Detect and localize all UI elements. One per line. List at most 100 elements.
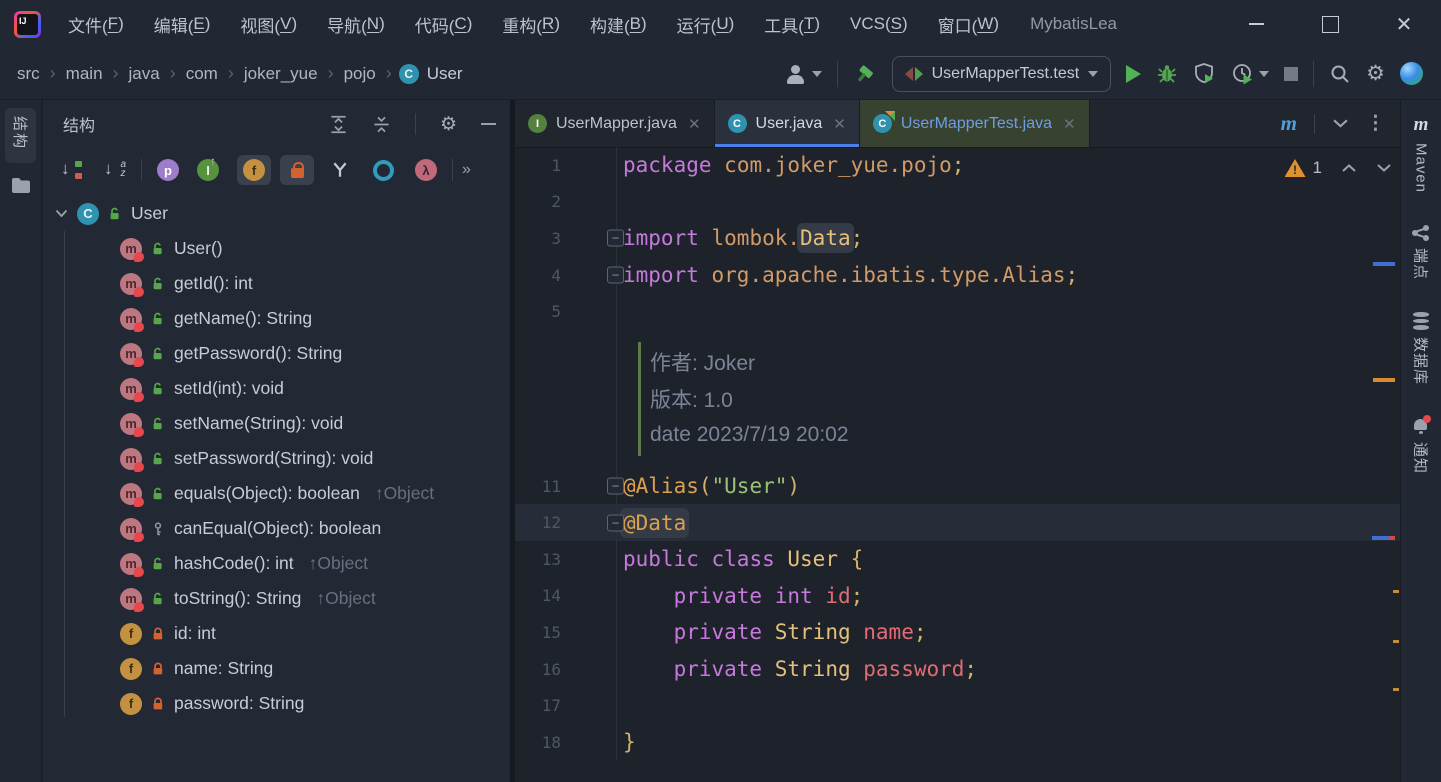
minimize-button[interactable] <box>1219 0 1293 48</box>
show-lambdas-button[interactable]: λ <box>409 155 443 185</box>
menu-C[interactable]: 代码(C) <box>400 0 488 48</box>
group-methods-button[interactable] <box>323 155 357 185</box>
hide-panel-icon[interactable] <box>481 123 496 125</box>
run-configuration-select[interactable]: UserMapperTest.test <box>892 56 1112 92</box>
warnings-indicator[interactable]: 1 <box>1285 158 1322 178</box>
close-tab-icon[interactable]: ✕ <box>833 115 846 133</box>
toolwindow-button-database[interactable]: 数据库 <box>1411 312 1432 385</box>
structure-tree-row[interactable]: m getName(): String <box>43 301 510 336</box>
settings-gear-icon[interactable]: ⚙ <box>1366 63 1385 84</box>
toolwindow-button-notifications[interactable]: 通知 <box>1411 417 1432 474</box>
warning-stripe-mark[interactable] <box>1373 378 1395 382</box>
structure-tree-row[interactable]: m hashCode(): int ↑Object <box>43 546 510 581</box>
code-editor[interactable]: 1 1 package com.joker_yue.pojo; 2 3 − im… <box>515 147 1400 782</box>
fold-marker-icon[interactable]: − <box>607 478 624 495</box>
close-button[interactable]: ✕ <box>1367 0 1441 48</box>
breadcrumb-item[interactable]: C User <box>399 64 463 84</box>
code-line[interactable]: 18 } <box>515 724 1400 761</box>
menu-N[interactable]: 导航(N) <box>312 0 400 48</box>
run-button[interactable] <box>1126 65 1141 83</box>
code-line[interactable]: 11 − @Alias("User") <box>515 468 1400 505</box>
structure-tree-row[interactable]: m getPassword(): String <box>43 336 510 371</box>
structure-toolwindow-button[interactable]: 结构 <box>5 108 36 163</box>
build-hammer-icon[interactable] <box>853 62 877 86</box>
code-line[interactable]: 5 <box>515 293 1400 330</box>
search-everywhere-button[interactable] <box>1329 63 1351 85</box>
menu-S[interactable]: VCS(S) <box>835 0 923 48</box>
menu-U[interactable]: 运行(U) <box>662 0 750 48</box>
sort-by-visibility-button[interactable]: ↓ <box>55 155 89 185</box>
show-inherited-button[interactable]: I ↑ <box>194 155 228 185</box>
menu-W[interactable]: 窗口(W) <box>923 0 1014 48</box>
code-line[interactable]: 15 private String name; <box>515 614 1400 651</box>
code-line[interactable]: 16 private String password; <box>515 651 1400 688</box>
expand-all-icon[interactable] <box>329 115 348 134</box>
fold-marker-icon[interactable]: − <box>607 230 624 247</box>
vcs-change-mark[interactable] <box>1373 262 1395 266</box>
breadcrumb-item[interactable]: src <box>14 62 43 86</box>
editor-tab[interactable]: C User.java ✕ <box>715 100 860 147</box>
menu-R[interactable]: 重构(R) <box>487 0 575 48</box>
assistant-sphere-icon[interactable] <box>1400 62 1423 85</box>
menu-T[interactable]: 工具(T) <box>749 0 835 48</box>
more-options-icon[interactable]: ⋮ <box>1366 112 1386 135</box>
chevron-down-icon[interactable] <box>55 209 68 218</box>
structure-tree-row[interactable]: m setName(String): void <box>43 406 510 441</box>
editor-tab[interactable]: I UserMapper.java ✕ <box>515 100 715 147</box>
run-with-coverage-button[interactable] <box>1193 62 1216 85</box>
chevron-down-icon[interactable] <box>1332 118 1349 129</box>
code-line[interactable]: 1 package com.joker_yue.pojo; <box>515 147 1400 184</box>
show-non-public-button[interactable] <box>280 155 314 185</box>
intention-bulb-icon[interactable] <box>637 471 653 495</box>
structure-tree-row[interactable]: m setId(int): void <box>43 371 510 406</box>
sort-alphabetically-button[interactable]: ↓az <box>98 155 132 185</box>
menu-F[interactable]: 文件(F) <box>53 0 139 48</box>
options-gear-icon[interactable]: ⚙ <box>440 115 457 134</box>
show-properties-button[interactable]: p <box>151 155 185 185</box>
breadcrumb-item[interactable]: joker_yue <box>241 62 321 86</box>
breadcrumb-item[interactable]: main <box>63 62 106 86</box>
code-line[interactable]: 2 <box>515 184 1400 221</box>
structure-tree-row[interactable]: m getId(): int <box>43 266 510 301</box>
structure-tree-row[interactable]: f password: String <box>43 686 510 721</box>
menu-E[interactable]: 编辑(E) <box>139 0 226 48</box>
intellij-logo-icon[interactable] <box>14 11 41 38</box>
editor-tab[interactable]: C UserMapperTest.java ✕ <box>860 100 1090 147</box>
code-line[interactable]: 12 − @Data <box>515 504 1400 541</box>
close-tab-icon[interactable]: ✕ <box>688 115 701 133</box>
debug-button[interactable] <box>1156 63 1178 85</box>
stop-button[interactable] <box>1284 67 1298 81</box>
fold-marker-icon[interactable]: − <box>607 267 624 284</box>
fold-marker-icon[interactable]: − <box>607 514 624 531</box>
structure-tree-row[interactable]: m User() <box>43 231 510 266</box>
breadcrumb-item[interactable]: pojo <box>341 62 379 86</box>
maven-icon[interactable]: m <box>1281 111 1297 136</box>
structure-tree-row[interactable]: m setPassword(String): void <box>43 441 510 476</box>
code-line[interactable]: 14 private int id; <box>515 578 1400 615</box>
code-line[interactable]: 17 <box>515 687 1400 724</box>
maximize-button[interactable] <box>1293 0 1367 48</box>
close-tab-icon[interactable]: ✕ <box>1063 115 1076 133</box>
menu-B[interactable]: 构建(B) <box>575 0 662 48</box>
toolwindow-button-maven[interactable]: m Maven <box>1413 114 1430 193</box>
previous-problem-icon[interactable] <box>1341 163 1357 173</box>
more-actions-icon[interactable]: » <box>462 161 469 179</box>
profiler-button[interactable] <box>1231 62 1269 85</box>
structure-tree-row[interactable]: f id: int <box>43 616 510 651</box>
error-stripe-mark[interactable] <box>1390 536 1395 540</box>
code-line[interactable]: 13 public class User { <box>515 541 1400 578</box>
code-line[interactable]: 3 − import lombok.Data; <box>515 220 1400 257</box>
collapse-all-icon[interactable] <box>372 115 391 134</box>
show-fields-button[interactable]: f <box>237 155 271 185</box>
toolwindow-button-endpoints[interactable]: 端点 <box>1411 225 1432 280</box>
structure-tree-row[interactable]: m canEqual(Object): boolean <box>43 511 510 546</box>
structure-tree-row[interactable]: C User <box>43 196 510 231</box>
breadcrumb-item[interactable]: java <box>126 62 163 86</box>
next-problem-icon[interactable] <box>1376 163 1392 173</box>
vcs-change-mark[interactable] <box>1372 536 1390 540</box>
structure-tree-row[interactable]: m equals(Object): boolean ↑Object <box>43 476 510 511</box>
structure-tree-row[interactable]: f name: String <box>43 651 510 686</box>
code-line[interactable]: 4 − import org.apache.ibatis.type.Alias; <box>515 257 1400 294</box>
show-anonymous-button[interactable] <box>366 155 400 185</box>
project-toolwindow-button[interactable] <box>11 177 31 194</box>
